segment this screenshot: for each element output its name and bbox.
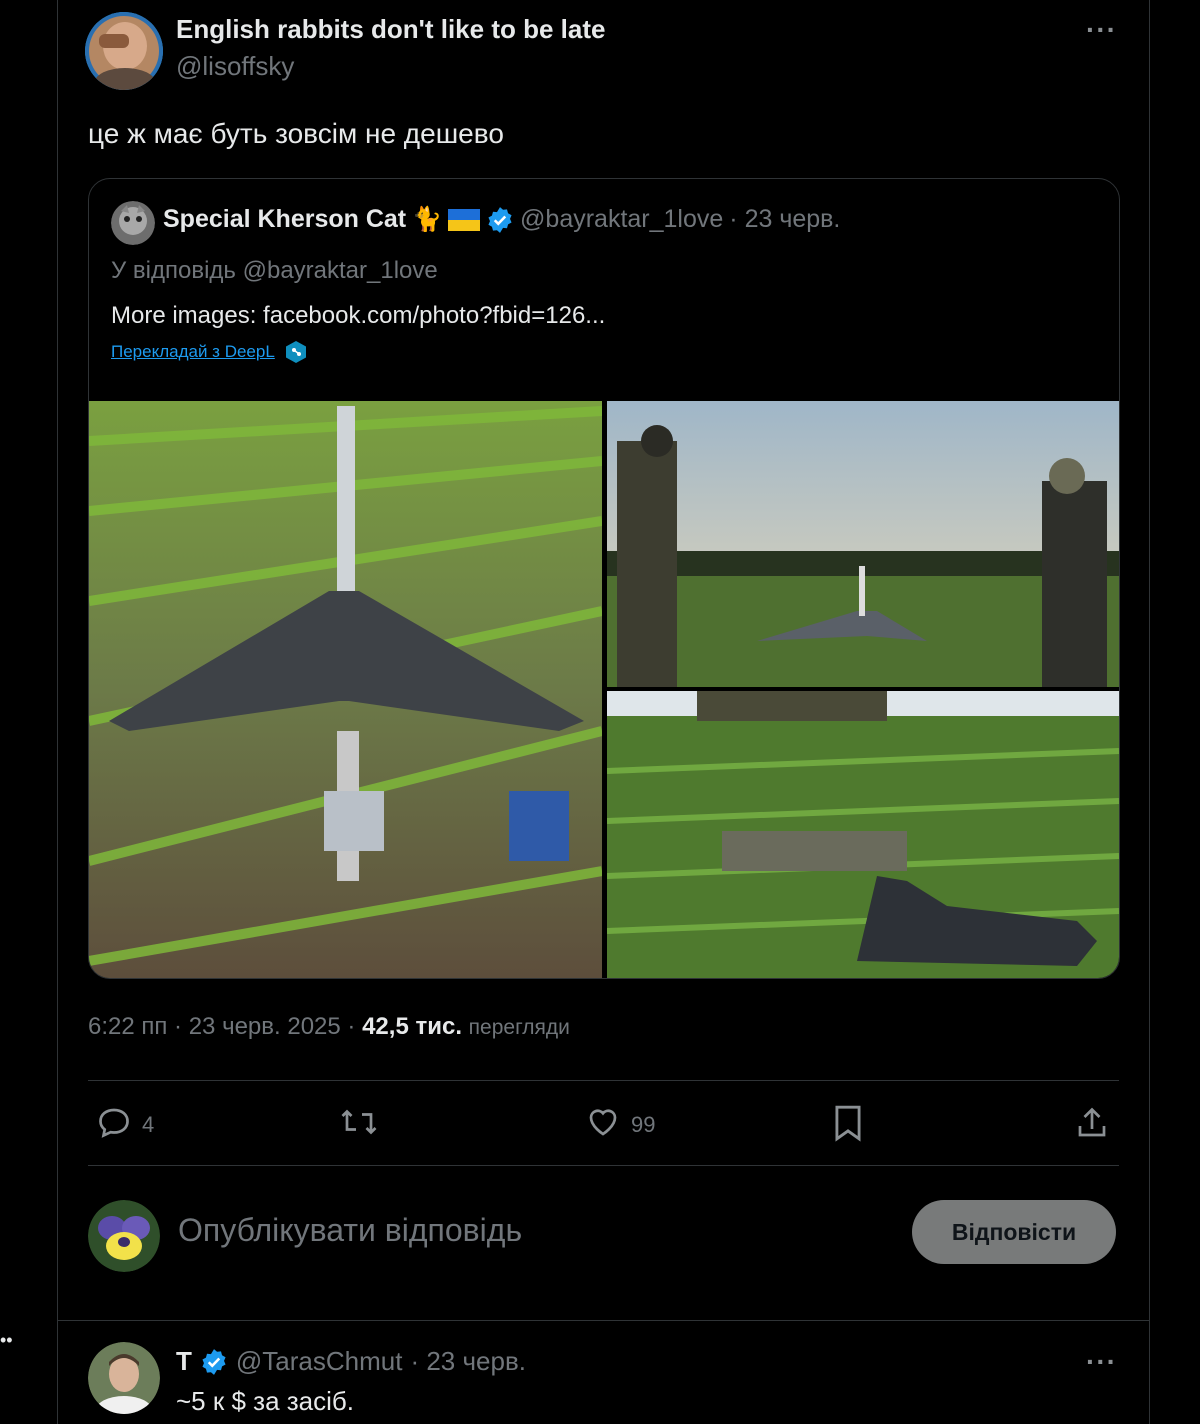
divider-bottom (88, 1165, 1119, 1166)
reply-more-options-icon[interactable]: ··· (1086, 1346, 1117, 1378)
ukraine-flag-icon (448, 208, 481, 231)
quote-author-name[interactable]: Special Kherson Cat (163, 205, 406, 234)
tweet-time[interactable]: 6:22 пп (88, 1013, 167, 1040)
reply-count: 4 (142, 1112, 155, 1137)
reply-author-handle[interactable]: @TarasChmut (236, 1346, 403, 1377)
reply-author-name[interactable]: T (176, 1346, 192, 1377)
like-action[interactable]: 99 (585, 1104, 655, 1146)
reply-action[interactable]: 4 (96, 1104, 154, 1146)
tweet-text: це ж має буть зовсім не дешево (88, 118, 504, 149)
divider-top (88, 1080, 1119, 1081)
retweet-action[interactable] (339, 1104, 379, 1146)
quote-author-avatar[interactable] (111, 201, 155, 245)
like-count: 99 (631, 1112, 656, 1137)
share-icon (1074, 1104, 1110, 1148)
verified-badge-icon (486, 206, 514, 234)
quote-text: More images: facebook.com/photo?fbid=126… (111, 302, 606, 329)
reply-date[interactable]: · 23 черв. (410, 1346, 526, 1377)
current-user-avatar[interactable] (88, 1200, 160, 1272)
heart-icon (585, 1104, 621, 1146)
cat-emoji: 🐈 (412, 206, 443, 233)
deepl-icon (285, 340, 307, 364)
left-more-dots[interactable]: •• (0, 1330, 13, 1351)
views-label: перегляди (468, 1016, 570, 1039)
divider-thread (57, 1320, 1150, 1321)
quote-date[interactable]: · 23 черв. (729, 205, 840, 234)
quote-reply-to: У відповідь @bayraktar_1love (111, 257, 438, 284)
quoted-tweet[interactable]: Special Kherson Cat 🐈 @bayraktar_1love ·… (88, 178, 1120, 979)
photo-3-drone-on-ground[interactable] (607, 691, 1119, 978)
reply-author-avatar[interactable] (88, 1342, 160, 1414)
views-count: 42,5 тис. (362, 1013, 462, 1040)
author-avatar[interactable] (85, 12, 163, 90)
translate-deepl-link[interactable]: Перекладай з DeepL (111, 342, 275, 362)
photo-1-drone-in-field[interactable] (89, 401, 602, 978)
author-handle[interactable]: @lisoffsky (176, 51, 294, 82)
reply-verified-badge-icon (200, 1348, 228, 1376)
reply-text: ~5 к $ за засіб. (176, 1386, 355, 1416)
reply-submit-button[interactable]: Відповісти (912, 1200, 1116, 1264)
tweet-date[interactable]: · 23 черв. 2025 · (174, 1013, 355, 1040)
photo-2-soldiers-launching[interactable] (607, 401, 1119, 687)
bookmark-action[interactable] (832, 1104, 864, 1148)
share-action[interactable] (1074, 1104, 1110, 1148)
reply-icon (96, 1104, 132, 1146)
more-options-icon[interactable]: ··· (1086, 14, 1117, 46)
reply-input[interactable]: Опублікувати відповідь (178, 1212, 522, 1249)
author-name[interactable]: English rabbits don't like to be late (176, 14, 605, 45)
quote-author-handle[interactable]: @bayraktar_1love (520, 205, 723, 234)
bookmark-icon (832, 1104, 864, 1148)
retweet-icon (339, 1104, 379, 1146)
